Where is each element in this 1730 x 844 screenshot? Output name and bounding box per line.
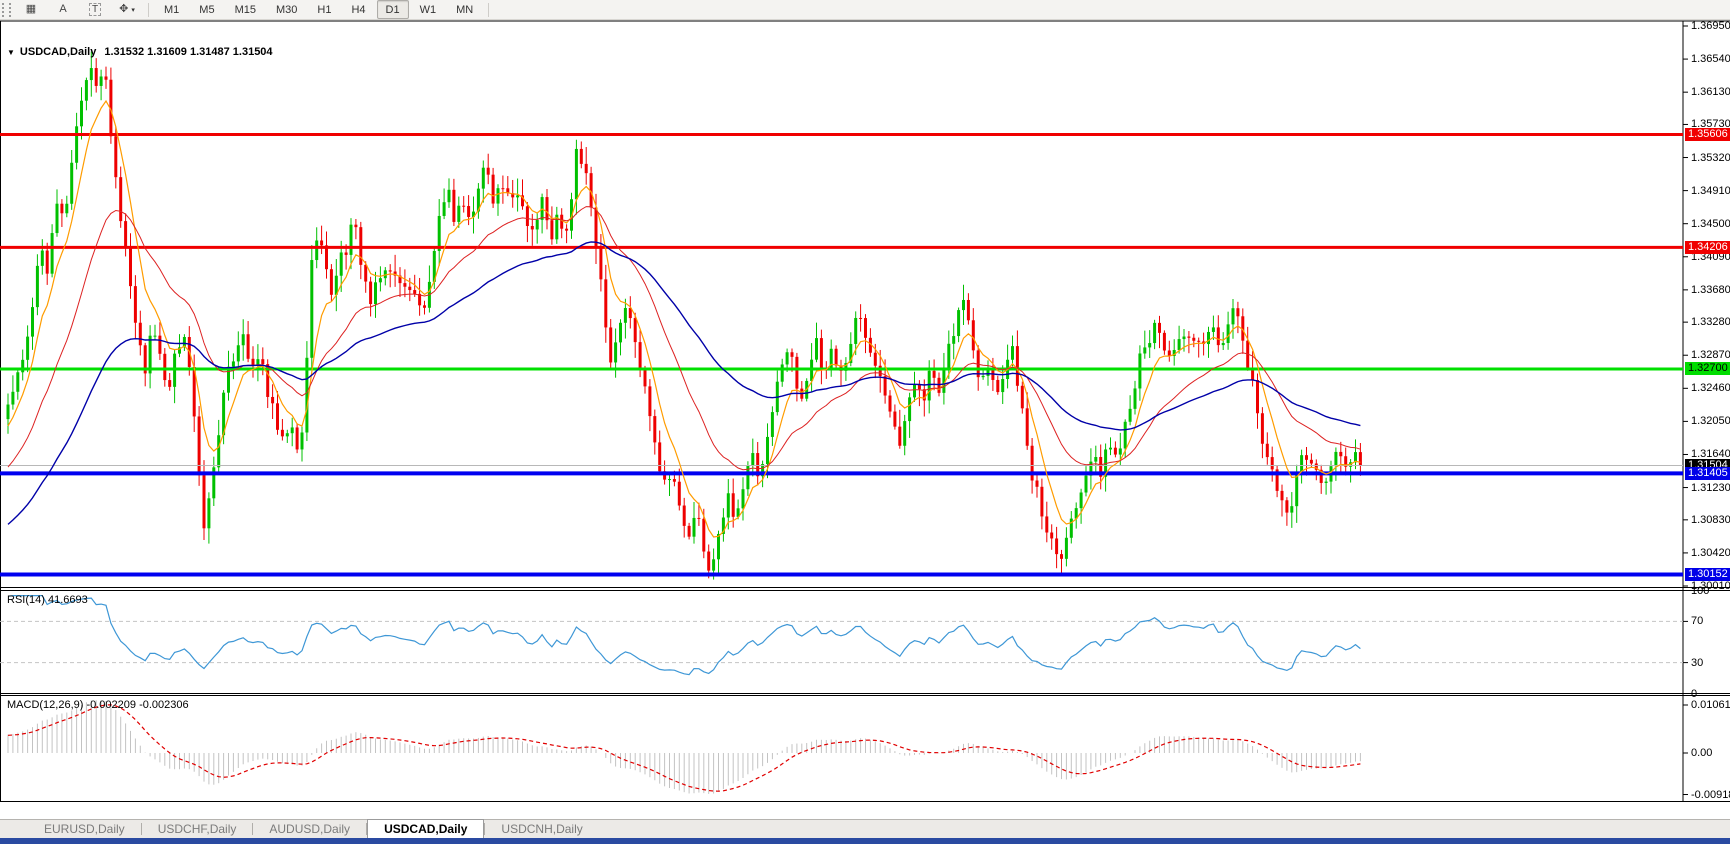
chart-ohlc-quotes: 1.31532 1.31609 1.31487 1.31504 [104,46,272,58]
timeframe-h4-button[interactable]: H4 [342,0,374,19]
chart-window: ▼ USDCAD,Daily 1.31532 1.31609 1.31487 1… [0,20,1730,844]
grid-button[interactable]: ▦ [16,0,46,19]
macd-axis-tick: 0.010615 [1691,699,1730,711]
mt4-terminal: { "toolbar": { "grip_label": "F", "tools… [0,0,1730,844]
price-axis-tick: 1.34500 [1691,218,1730,230]
macd-label: MACD(12,26,9) -0.002209 -0.002306 [7,699,189,711]
tab-usdchf[interactable]: USDCHF,Daily [142,820,253,838]
price-axis-tick: 1.36950 [1691,20,1730,32]
price-axis-tick: 1.32050 [1691,415,1730,427]
level-price-chip: 1.34206 [1685,241,1730,254]
arrow-label-button[interactable]: A [48,0,78,19]
level-price-chip: 1.30152 [1685,568,1730,581]
tab-eurusd[interactable]: EURUSD,Daily [28,820,141,838]
price-axis-tick: 1.33680 [1691,284,1730,296]
timeframe-mn-button[interactable]: MN [447,0,482,19]
toolbar-separator [148,3,149,17]
rsi-axis-tick: 30 [1691,657,1703,669]
price-axis-tick: 1.36130 [1691,86,1730,98]
shapes-tool-icon: ✥ [119,2,128,17]
rsi-axis-tick: 100 [1691,585,1709,597]
price-axis-tick: 1.30420 [1691,547,1730,559]
toolbar-grip[interactable] [2,3,11,17]
timeframe-m30-button[interactable]: M30 [267,0,306,19]
symbol-dropdown-icon[interactable]: ▼ [7,48,15,57]
level-price-chip: 1.35606 [1685,128,1730,141]
timeframe-d1-button[interactable]: D1 [377,0,409,19]
chart-title: ▼ USDCAD,Daily 1.31532 1.31609 1.31487 1… [7,46,273,58]
rsi-label: RSI(14) 41.6693 [7,594,88,606]
macd-axis-tick: -0.009181 [1691,789,1730,801]
rsi-axis-tick: 0 [1691,688,1697,700]
arrow-label-icon: A [59,2,66,17]
chart-symbol: USDCAD,Daily [20,46,96,58]
chevron-down-icon[interactable]: ▾ [131,6,135,14]
status-strip [0,838,1730,844]
timeframe-w1-button[interactable]: W1 [411,0,446,19]
text-tool-icon: T [89,3,101,16]
rsi-axis-tick: 70 [1691,615,1703,627]
price-axis-tick: 1.32870 [1691,349,1730,361]
price-axis-tick: 1.35320 [1691,152,1730,164]
tab-usdcnh[interactable]: USDCNH,Daily [485,820,598,838]
shapes-tool-button[interactable]: ✥▾ [112,0,142,19]
price-axis-tick: 1.30830 [1691,514,1730,526]
price-axis-tick: 1.33280 [1691,316,1730,328]
top-toolbar: ▦ A T ✥▾ M1M5M15M30H1H4D1W1MN [0,0,1730,20]
grid-icon: ▦ [26,2,36,17]
price-axis-tick: 1.32460 [1691,382,1730,394]
level-price-chip: 1.32700 [1685,362,1730,375]
timeframe-h1-button[interactable]: H1 [308,0,340,19]
symbol-tab-bar: EURUSD,DailyUSDCHF,DailyAUDUSD,DailyUSDC… [0,819,1730,838]
tab-audusd[interactable]: AUDUSD,Daily [253,820,366,838]
price-chart-canvas[interactable] [0,20,1730,844]
price-axis-tick: 1.36540 [1691,53,1730,65]
price-axis-tick: 1.34910 [1691,185,1730,197]
text-tool-button[interactable]: T [80,0,110,19]
macd-axis-tick: 0.00 [1691,747,1712,759]
toolbar-separator [488,3,489,17]
price-axis-tick: 1.31230 [1691,482,1730,494]
timeframe-m1-button[interactable]: M1 [155,0,188,19]
level-price-chip: 1.31405 [1685,467,1730,480]
timeframe-m15-button[interactable]: M15 [226,0,265,19]
tab-usdcad[interactable]: USDCAD,Daily [367,819,484,838]
timeframe-m5-button[interactable]: M5 [190,0,223,19]
